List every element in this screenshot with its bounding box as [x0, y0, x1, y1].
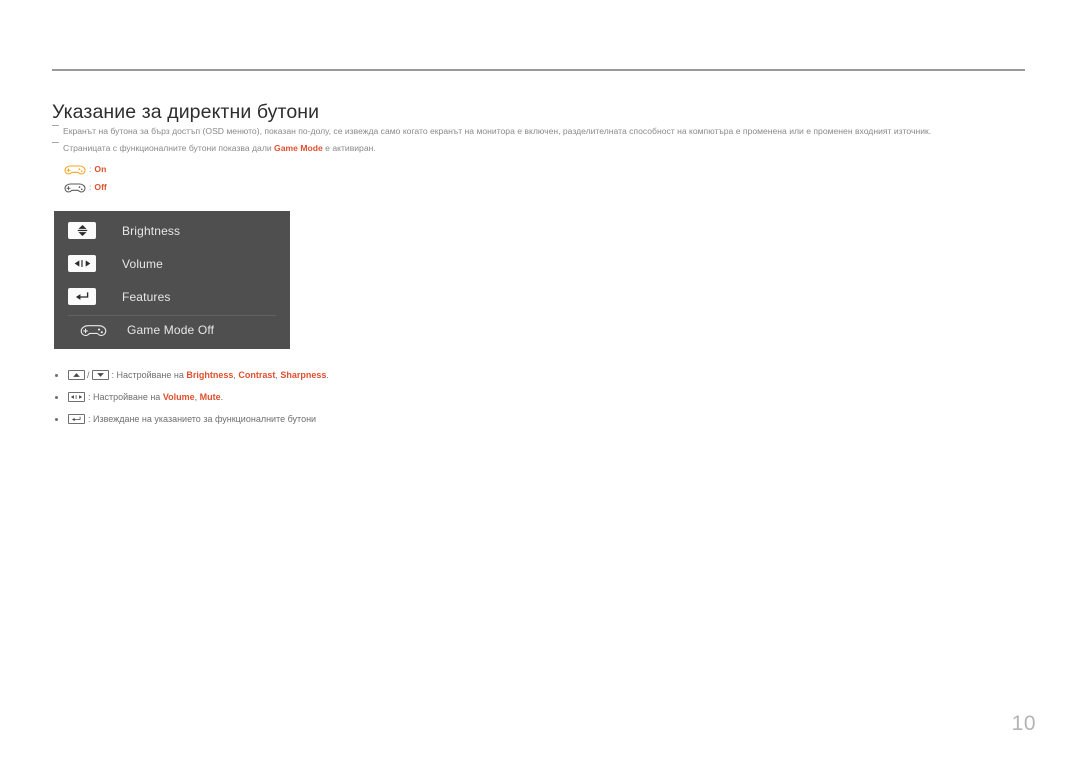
osd-item-volume[interactable]: Volume	[54, 247, 290, 280]
left-right-arrow-icon	[68, 255, 96, 272]
notes-block: Екранът на бутона за бърз достъп (OSD ме…	[52, 124, 1027, 158]
down-arrow-key-icon	[91, 370, 109, 380]
osd-item-label: Features	[122, 289, 171, 304]
left-right-arrow-key-icon	[68, 392, 85, 402]
shortcut-description: : Извеждане на указанието за функционалн…	[88, 414, 317, 424]
header-divider	[52, 69, 1025, 71]
shortcut-description: : Настройване на	[88, 392, 163, 402]
manual-page: Указание за директни бутони Екранът на б…	[0, 0, 1080, 763]
note-game-mode: Страницата с функционалните бутони показ…	[52, 141, 1027, 155]
enter-arrow-icon	[68, 288, 96, 305]
gamepad-icon	[80, 322, 107, 338]
osd-item-label: Volume	[122, 256, 163, 271]
shortcut-brightness: / : Настройване на Brightness, Contrast,…	[55, 364, 755, 386]
legend-state-on: On	[94, 164, 107, 174]
up-down-arrow-icon	[68, 222, 96, 239]
gamepad-icon	[64, 163, 86, 176]
osd-game-mode-label: Game Mode Off	[127, 323, 215, 337]
legend-row-off: : Off	[64, 178, 107, 196]
shortcut-value: Volume	[162, 392, 195, 402]
shortcut-list: / : Настройване на Brightness, Contrast,…	[55, 364, 755, 430]
legend-separator: :	[89, 182, 92, 192]
osd-item-game-mode[interactable]: Game Mode Off	[54, 313, 290, 347]
shortcut-value: Mute	[199, 392, 221, 402]
legend-separator: :	[89, 164, 92, 174]
page-number: 10	[1011, 712, 1036, 735]
note-osd: Екранът на бутона за бърз достъп (OSD ме…	[52, 124, 1027, 138]
osd-item-features[interactable]: Features	[54, 280, 290, 313]
note-dash-icon	[52, 142, 59, 143]
enter-arrow-key-icon	[68, 414, 85, 424]
osd-item-label: Brightness	[122, 223, 181, 238]
shortcut-suffix: .	[326, 370, 329, 380]
bullet-icon	[55, 395, 58, 399]
osd-item-brightness[interactable]: Brightness	[54, 214, 290, 247]
legend-state-off: Off	[94, 182, 107, 192]
note-osd-text: Екранът на бутона за бърз достъп (OSD ме…	[63, 126, 932, 136]
osd-quick-menu: Brightness Volume Features Game Mode Off	[54, 211, 290, 349]
shortcut-value: Contrast	[238, 370, 276, 380]
bullet-icon	[55, 417, 58, 421]
shortcut-features: : Извеждане на указанието за функционалн…	[55, 408, 755, 430]
shortcut-value: Sharpness	[280, 370, 327, 380]
game-mode-label: Game Mode	[274, 143, 323, 153]
shortcut-value: Brightness	[186, 370, 234, 380]
note-game-mode-prefix: Страницата с функционалните бутони показ…	[63, 143, 275, 153]
legend-row-on: : On	[64, 160, 107, 178]
bullet-icon	[55, 373, 58, 377]
shortcut-key-separator: /	[87, 370, 90, 380]
game-mode-legend: : On : Off	[64, 160, 107, 196]
up-arrow-key-icon	[68, 370, 85, 380]
gamepad-icon	[64, 181, 86, 194]
shortcut-volume: : Настройване на Volume, Mute.	[55, 386, 755, 408]
page-title: Указание за директни бутони	[52, 101, 320, 124]
shortcut-suffix: .	[220, 392, 224, 402]
note-game-mode-suffix: е активиран.	[322, 143, 376, 153]
note-dash-icon	[52, 125, 59, 126]
shortcut-description: : Настройване на	[111, 370, 187, 380]
